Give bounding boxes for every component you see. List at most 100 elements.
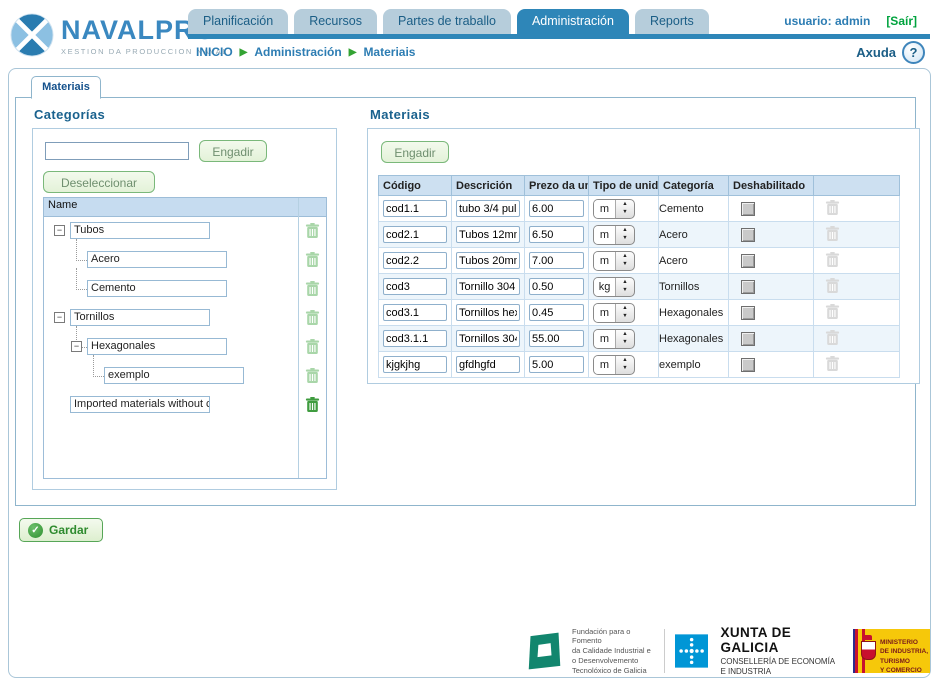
spinner-down-icon[interactable]: ▼ — [622, 261, 627, 268]
trash-icon[interactable] — [824, 355, 841, 372]
category-node[interactable]: Tubos — [70, 222, 210, 239]
delete-material[interactable] — [824, 259, 841, 271]
breadcrumb-item-administracion[interactable]: Administración — [254, 45, 341, 59]
trash-icon[interactable] — [304, 280, 321, 297]
trash-icon[interactable] — [824, 225, 841, 242]
spinner-down-icon[interactable]: ▼ — [622, 365, 627, 372]
prezo-input[interactable] — [529, 200, 584, 217]
new-category-input[interactable] — [45, 142, 189, 160]
spinner-down-icon[interactable]: ▼ — [622, 339, 627, 346]
help-question-icon[interactable]: ? — [902, 41, 925, 64]
codigo-input[interactable] — [383, 330, 447, 347]
disabled-checkbox[interactable] — [741, 280, 755, 294]
spinner-up-icon[interactable]: ▲ — [622, 201, 627, 208]
spinner-arrows-icon[interactable]: ▲▼ — [616, 356, 634, 374]
spinner-down-icon[interactable]: ▼ — [622, 235, 627, 242]
disabled-checkbox[interactable] — [741, 254, 755, 268]
nav-tab-administracion[interactable]: Administración — [517, 9, 629, 34]
disabled-checkbox[interactable] — [741, 202, 755, 216]
add-category-button[interactable]: Engadir — [199, 140, 267, 162]
trash-icon[interactable] — [304, 309, 321, 326]
delete-material[interactable] — [824, 363, 841, 375]
category-node[interactable]: Acero — [87, 251, 227, 268]
category-node[interactable]: exemplo — [104, 367, 244, 384]
disabled-checkbox[interactable] — [741, 332, 755, 346]
breadcrumb-item-inicio[interactable]: INICIO — [196, 45, 233, 59]
spinner-arrows-icon[interactable]: ▲▼ — [616, 278, 634, 296]
descricion-input[interactable] — [456, 252, 520, 269]
category-node[interactable]: Tornillos — [70, 309, 210, 326]
delete-category[interactable] — [304, 280, 321, 300]
trash-icon[interactable] — [824, 251, 841, 268]
delete-material[interactable] — [824, 311, 841, 323]
prezo-input[interactable] — [529, 304, 584, 321]
tab-materiais[interactable]: Materiais — [31, 76, 101, 99]
trash-icon[interactable] — [304, 367, 321, 384]
prezo-input[interactable] — [529, 226, 584, 243]
trash-icon[interactable] — [304, 222, 321, 239]
descricion-input[interactable] — [456, 356, 520, 373]
delete-material[interactable] — [824, 233, 841, 245]
collapse-node-icon[interactable]: − — [54, 225, 65, 236]
unit-spinner[interactable]: m▲▼ — [593, 251, 635, 271]
prezo-input[interactable] — [529, 330, 584, 347]
nav-tab-reports[interactable]: Reports — [635, 9, 709, 34]
codigo-input[interactable] — [383, 278, 447, 295]
spinner-up-icon[interactable]: ▲ — [622, 357, 627, 364]
category-node[interactable]: Imported materials without ca — [70, 396, 210, 413]
delete-category[interactable] — [304, 396, 321, 416]
spinner-up-icon[interactable]: ▲ — [622, 253, 627, 260]
delete-material[interactable] — [824, 337, 841, 349]
descricion-input[interactable] — [456, 278, 520, 295]
category-node[interactable]: Cemento — [87, 280, 227, 297]
spinner-up-icon[interactable]: ▲ — [622, 227, 627, 234]
spinner-arrows-icon[interactable]: ▲▼ — [616, 252, 634, 270]
codigo-input[interactable] — [383, 200, 447, 217]
delete-material[interactable] — [824, 207, 841, 219]
prezo-input[interactable] — [529, 252, 584, 269]
unit-spinner[interactable]: m▲▼ — [593, 225, 635, 245]
breadcrumb-item-materiais[interactable]: Materiais — [363, 45, 415, 59]
spinner-up-icon[interactable]: ▲ — [622, 305, 627, 312]
trash-icon[interactable] — [304, 251, 321, 268]
unit-spinner[interactable]: m▲▼ — [593, 355, 635, 375]
unit-spinner[interactable]: m▲▼ — [593, 329, 635, 349]
category-node[interactable]: Hexagonales — [87, 338, 227, 355]
codigo-input[interactable] — [383, 226, 447, 243]
trash-icon[interactable] — [824, 277, 841, 294]
unit-spinner[interactable]: m▲▼ — [593, 303, 635, 323]
add-material-button[interactable]: Engadir — [381, 141, 449, 163]
descricion-input[interactable] — [456, 304, 520, 321]
spinner-up-icon[interactable]: ▲ — [622, 279, 627, 286]
trash-icon[interactable] — [824, 329, 841, 346]
spinner-arrows-icon[interactable]: ▲▼ — [616, 330, 634, 348]
trash-icon[interactable] — [824, 199, 841, 216]
trash-icon[interactable] — [304, 396, 321, 413]
delete-category[interactable] — [304, 338, 321, 358]
prezo-input[interactable] — [529, 278, 584, 295]
nav-tab-partes-de-traballo[interactable]: Partes de traballo — [383, 9, 511, 34]
spinner-arrows-icon[interactable]: ▲▼ — [616, 226, 634, 244]
unit-spinner[interactable]: kg▲▼ — [593, 277, 635, 297]
nav-tab-recursos[interactable]: Recursos — [294, 9, 377, 34]
save-button[interactable]: ✓ Gardar — [19, 518, 103, 542]
delete-category[interactable] — [304, 367, 321, 387]
spinner-down-icon[interactable]: ▼ — [622, 287, 627, 294]
descricion-input[interactable] — [456, 330, 520, 347]
disabled-checkbox[interactable] — [741, 358, 755, 372]
prezo-input[interactable] — [529, 356, 584, 373]
deselect-button[interactable]: Deseleccionar — [43, 171, 155, 193]
trash-icon[interactable] — [304, 338, 321, 355]
codigo-input[interactable] — [383, 304, 447, 321]
descricion-input[interactable] — [456, 200, 520, 217]
disabled-checkbox[interactable] — [741, 228, 755, 242]
collapse-node-icon[interactable]: − — [54, 312, 65, 323]
delete-category[interactable] — [304, 251, 321, 271]
spinner-down-icon[interactable]: ▼ — [622, 209, 627, 216]
nav-tab-planificacion[interactable]: Planificación — [188, 9, 288, 34]
codigo-input[interactable] — [383, 356, 447, 373]
descricion-input[interactable] — [456, 226, 520, 243]
spinner-arrows-icon[interactable]: ▲▼ — [616, 200, 634, 218]
collapse-node-icon[interactable]: − — [71, 341, 82, 352]
spinner-down-icon[interactable]: ▼ — [622, 313, 627, 320]
